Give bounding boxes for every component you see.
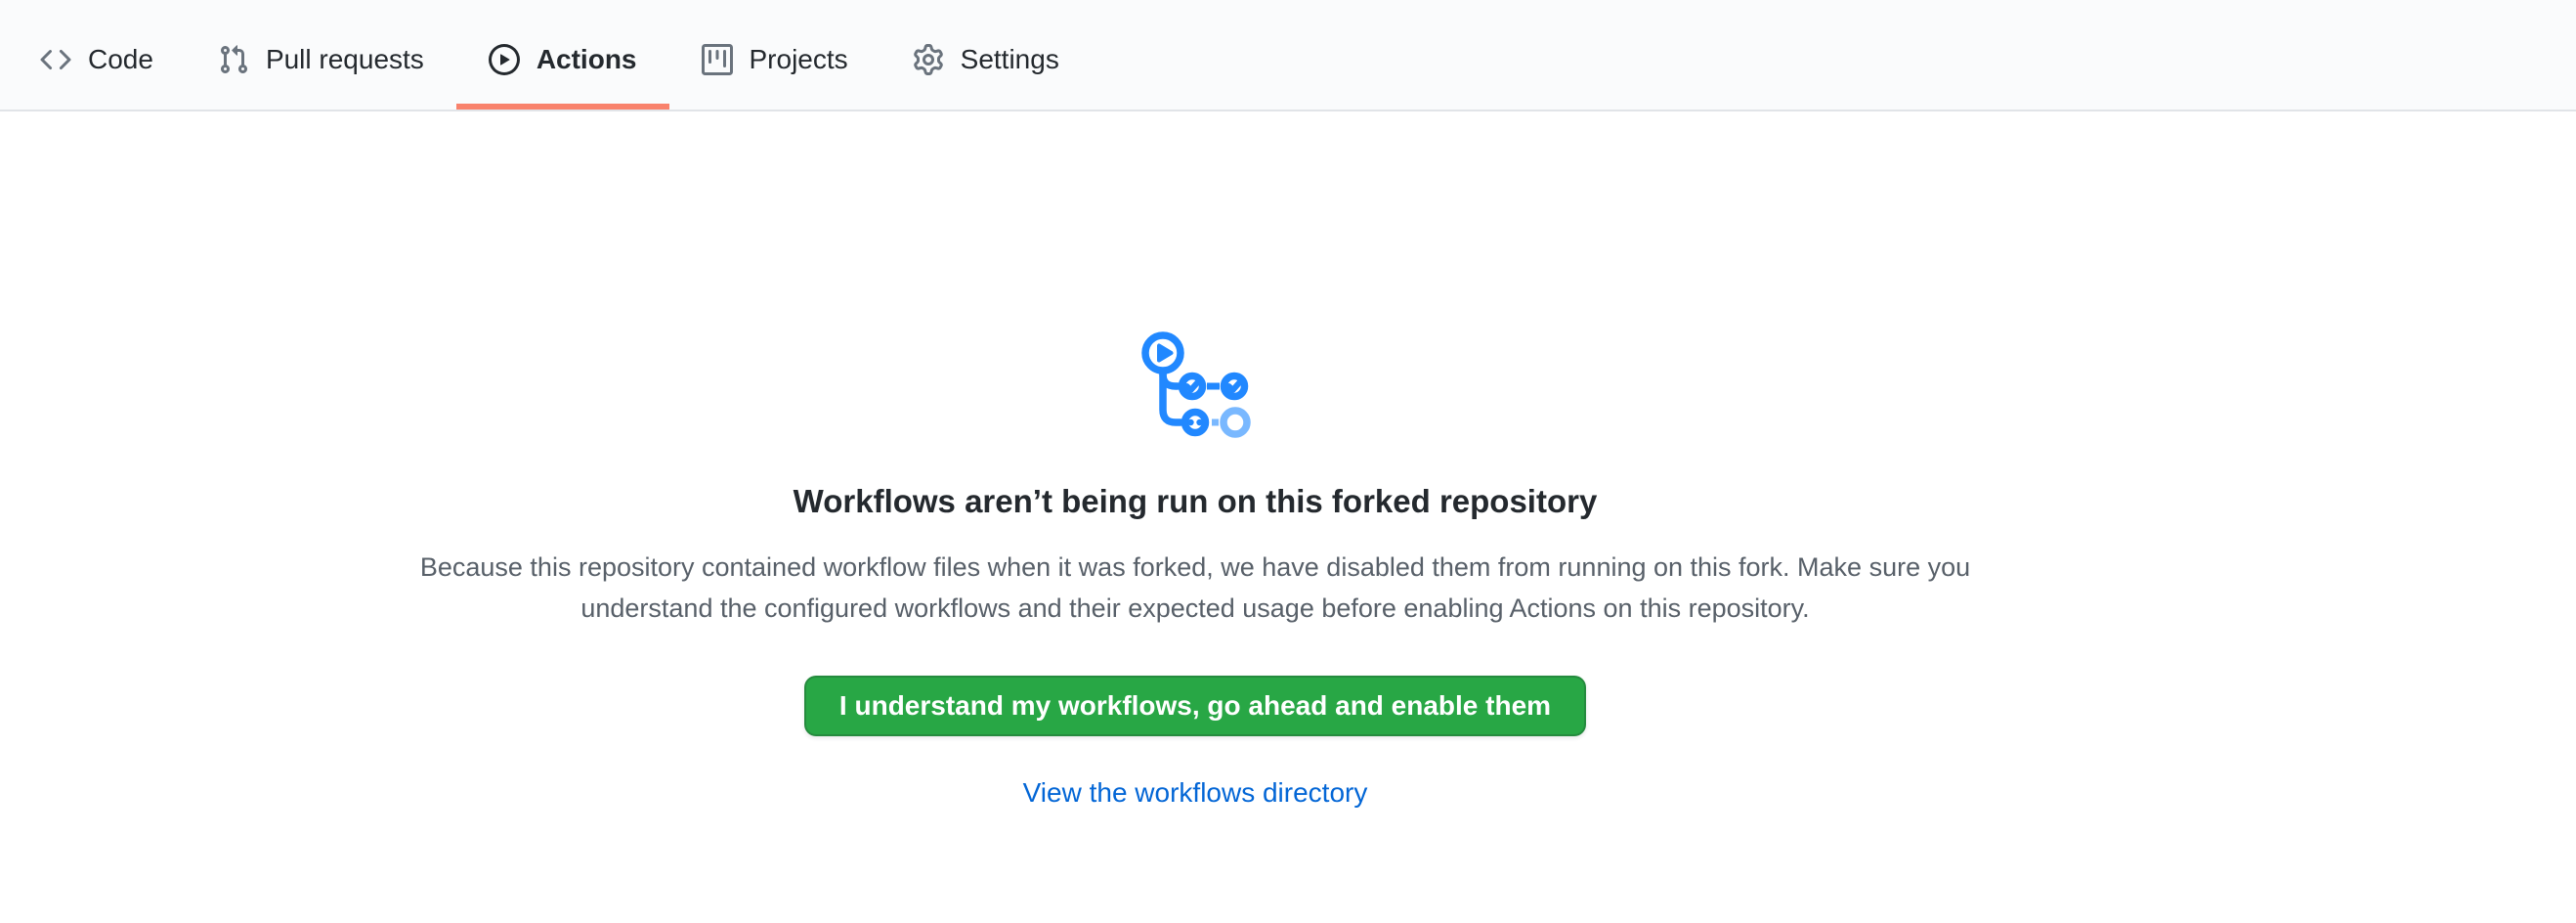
code-icon xyxy=(40,44,71,75)
git-pull-request-icon xyxy=(218,44,249,75)
blankslate-description: Because this repository contained workfl… xyxy=(389,547,2001,629)
blankslate-heading: Workflows aren’t being run on this forke… xyxy=(794,482,1598,521)
enable-workflows-button[interactable]: I understand my workflows, go ahead and … xyxy=(804,676,1586,736)
tab-label: Pull requests xyxy=(266,44,424,75)
gear-icon xyxy=(913,44,944,75)
tab-label: Settings xyxy=(961,44,1059,75)
tab-label: Actions xyxy=(537,44,637,75)
tab-projects[interactable]: Projects xyxy=(669,0,880,110)
workflow-graph-icon xyxy=(1138,330,1253,441)
tab-label: Projects xyxy=(750,44,848,75)
tab-actions[interactable]: Actions xyxy=(456,0,669,110)
tab-label: Code xyxy=(88,44,153,75)
project-icon xyxy=(702,44,733,75)
repo-header: Code Pull requests Actions Projects Sett xyxy=(0,0,2576,111)
tab-pull-requests[interactable]: Pull requests xyxy=(186,0,456,110)
play-icon xyxy=(489,44,520,75)
tab-settings[interactable]: Settings xyxy=(880,0,1092,110)
actions-blankslate: Workflows aren’t being run on this forke… xyxy=(0,111,2390,809)
repo-tab-nav: Code Pull requests Actions Projects Sett xyxy=(8,0,2576,110)
tab-code[interactable]: Code xyxy=(8,0,186,110)
view-workflows-directory-link[interactable]: View the workflows directory xyxy=(1023,777,1368,809)
